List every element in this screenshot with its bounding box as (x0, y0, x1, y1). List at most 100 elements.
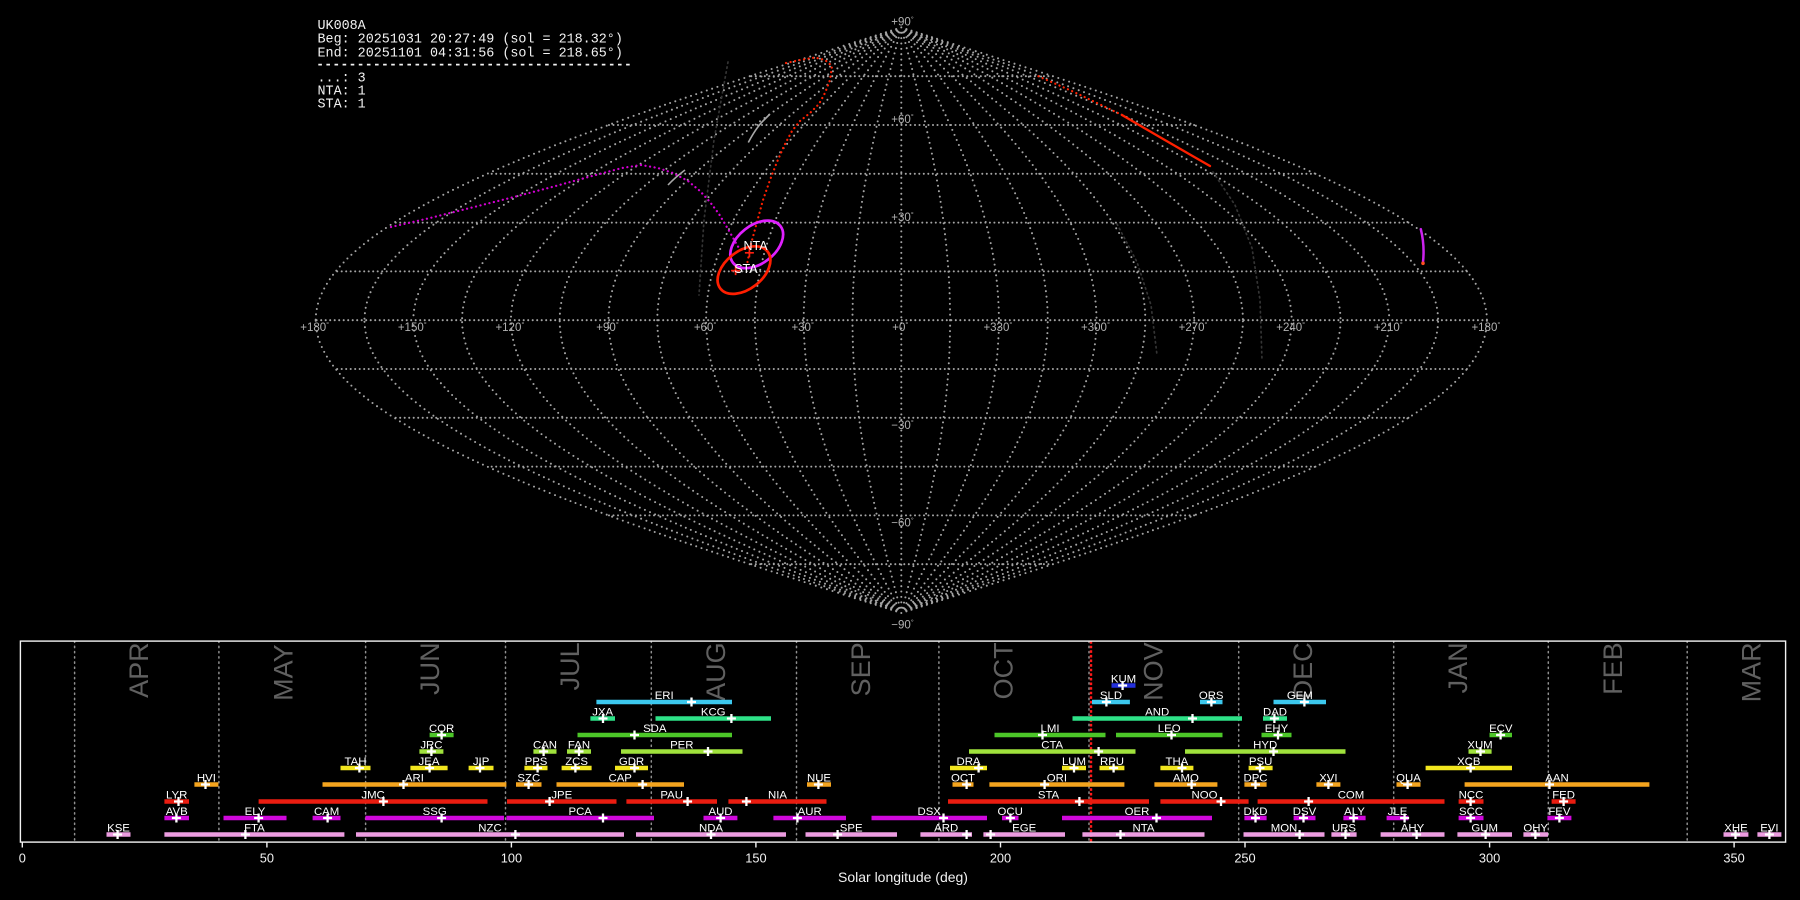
svg-text:+330°: +330° (983, 320, 1012, 334)
svg-text:XVI: XVI (1319, 773, 1337, 785)
svg-text:MAY: MAY (268, 644, 298, 701)
svg-text:DRA: DRA (956, 756, 980, 768)
svg-text:SZC: SZC (517, 773, 540, 785)
svg-text:+300°: +300° (1081, 320, 1110, 334)
svg-text:JMC: JMC (361, 790, 384, 802)
svg-text:DSX: DSX (917, 806, 941, 818)
svg-text:NTA: NTA (744, 239, 769, 253)
svg-text:SSG: SSG (423, 806, 447, 818)
svg-text:+150°: +150° (398, 320, 427, 334)
svg-text:JXA: JXA (592, 707, 613, 719)
svg-text:OER: OER (1125, 806, 1150, 818)
svg-text:APR: APR (124, 642, 154, 698)
svg-text:XHE: XHE (1724, 823, 1748, 835)
svg-text:OCU: OCU (998, 806, 1023, 818)
svg-text:LUM: LUM (1062, 756, 1086, 768)
svg-text:CAP: CAP (608, 773, 631, 785)
svg-text:+30°: +30° (891, 210, 914, 224)
svg-text:KUM: KUM (1111, 674, 1136, 686)
svg-text:350: 350 (1723, 851, 1744, 866)
svg-text:PAU: PAU (660, 790, 683, 802)
svg-text:AND: AND (1145, 707, 1169, 719)
svg-text:EHY: EHY (1265, 723, 1289, 735)
svg-text:HVI: HVI (197, 773, 216, 785)
svg-text:FEV: FEV (1548, 806, 1571, 818)
svg-text:STA: STA (734, 262, 758, 276)
svg-text:FED: FED (1552, 790, 1575, 802)
svg-text:PSU: PSU (1249, 756, 1272, 768)
svg-text:SCC: SCC (1459, 806, 1483, 818)
svg-text:MON: MON (1271, 823, 1298, 835)
svg-text:NTA: NTA (1133, 823, 1155, 835)
svg-text:+90°: +90° (891, 15, 914, 29)
svg-text:100: 100 (501, 851, 522, 866)
svg-text:300: 300 (1479, 851, 1500, 866)
svg-text:+210°: +210° (1374, 320, 1403, 334)
svg-text:JIP: JIP (473, 756, 489, 768)
svg-text:PER: PER (670, 740, 693, 752)
svg-text:+240°: +240° (1276, 320, 1305, 334)
svg-text:STA: 1: STA: 1 (318, 98, 366, 113)
svg-text:CAN: CAN (533, 740, 557, 752)
svg-text:EGE: EGE (1012, 823, 1036, 835)
svg-text:THA: THA (1166, 756, 1189, 768)
svg-text:FEB: FEB (1598, 642, 1628, 695)
svg-text:ARI: ARI (405, 773, 424, 785)
svg-text:JUN: JUN (415, 642, 445, 695)
svg-text:Beg: 20251031 20:27:49 (sol =: Beg: 20251031 20:27:49 (sol = 218.32°) (318, 32, 623, 47)
svg-text:NDA: NDA (699, 823, 723, 835)
svg-text:XCB: XCB (1457, 756, 1480, 768)
svg-text:CAM: CAM (314, 806, 339, 818)
svg-text:End: 20251101 04:31:56 (sol =: End: 20251101 04:31:56 (sol = 218.65°) (318, 46, 623, 61)
svg-text:NIA: NIA (768, 790, 787, 802)
svg-text:AMO: AMO (1173, 773, 1199, 785)
svg-text:DSV: DSV (1293, 806, 1317, 818)
svg-text:ECV: ECV (1489, 723, 1513, 735)
svg-text:EVI: EVI (1760, 823, 1778, 835)
svg-text:LYR: LYR (166, 790, 187, 802)
svg-text:+60°: +60° (694, 320, 717, 334)
svg-text:TAH: TAH (345, 756, 367, 768)
svg-text:−30°: −30° (891, 418, 914, 432)
svg-text:FAN: FAN (568, 740, 590, 752)
svg-text:JAN: JAN (1443, 642, 1473, 693)
svg-text:PPS: PPS (525, 756, 548, 768)
svg-text:OHY: OHY (1523, 823, 1548, 835)
svg-text:OCT: OCT (988, 642, 1018, 699)
svg-text:COM: COM (1338, 790, 1365, 802)
svg-text:AVB: AVB (166, 806, 188, 818)
svg-text:JUL: JUL (555, 642, 585, 690)
svg-text:AUR: AUR (798, 806, 822, 818)
svg-text:+90°: +90° (596, 320, 619, 334)
svg-text:JPE: JPE (551, 790, 572, 802)
svg-text:QUA: QUA (1396, 773, 1421, 785)
svg-text:DAD: DAD (1263, 707, 1287, 719)
svg-text:JLE: JLE (1388, 806, 1408, 818)
svg-text:LEO: LEO (1158, 723, 1181, 735)
svg-text:OCT: OCT (951, 773, 975, 785)
svg-text:+180°: +180° (300, 320, 329, 334)
svg-text:NZC: NZC (478, 823, 501, 835)
svg-text:0: 0 (19, 851, 26, 866)
svg-text:JRC: JRC (420, 740, 442, 752)
svg-text:+180°: +180° (1471, 320, 1500, 334)
svg-text:XUM: XUM (1467, 740, 1492, 752)
svg-text:LMI: LMI (1041, 723, 1060, 735)
svg-text:NCC: NCC (1459, 790, 1484, 802)
svg-text:−60°: −60° (891, 516, 914, 530)
svg-text:ELY: ELY (245, 806, 266, 818)
svg-text:50: 50 (260, 851, 274, 866)
svg-text:GEM: GEM (1287, 690, 1313, 702)
svg-text:HYD: HYD (1253, 740, 1277, 752)
svg-text:−90°: −90° (891, 617, 914, 631)
svg-text:SLD: SLD (1100, 690, 1122, 702)
svg-text:SEP: SEP (846, 642, 876, 696)
svg-text:DPC: DPC (1243, 773, 1267, 785)
svg-text:SPE: SPE (840, 823, 863, 835)
svg-text:URS: URS (1332, 823, 1356, 835)
svg-text:ZCS: ZCS (565, 756, 588, 768)
svg-text:150: 150 (745, 851, 766, 866)
svg-text:AUD: AUD (708, 806, 732, 818)
svg-text:RPU: RPU (1100, 756, 1124, 768)
svg-text:AUG: AUG (701, 642, 731, 701)
